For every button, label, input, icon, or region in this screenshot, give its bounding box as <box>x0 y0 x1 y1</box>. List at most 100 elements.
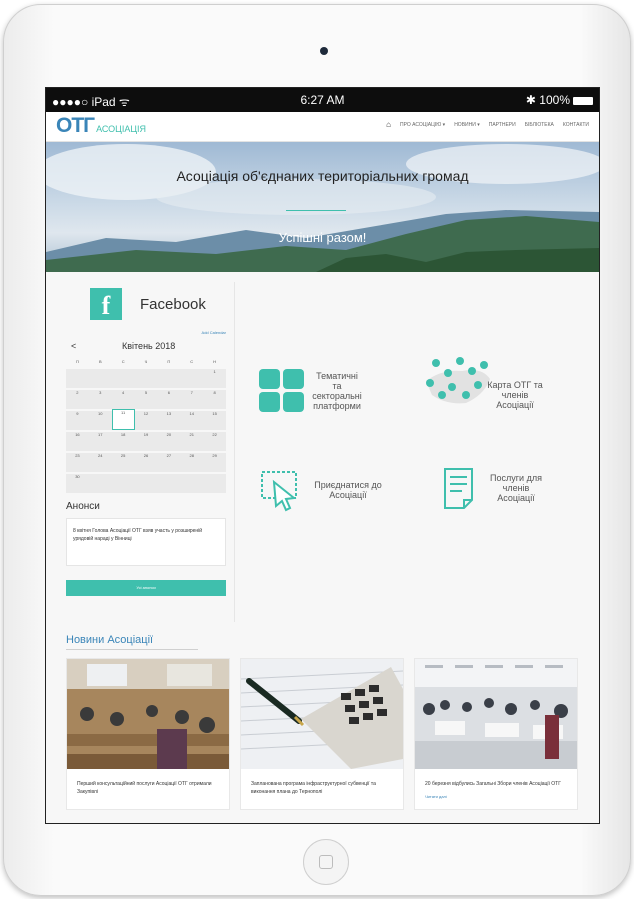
screen: ●●●●○ iPad ᯤ 6:27 AM ✱ 100% ОТГ АСОЦІАЦІЯ… <box>45 87 600 824</box>
column-divider <box>234 282 235 622</box>
menu-item-partners[interactable]: ПАРТНЕРИ <box>489 122 516 129</box>
menu-item-about[interactable]: ПРО АСОЦІАЦІЮ ▾ <box>400 122 445 129</box>
facebook-icon[interactable]: f <box>90 288 122 320</box>
hero-divider <box>286 210 346 211</box>
calendar-day[interactable]: 14 <box>180 409 204 430</box>
calendar-day <box>134 367 158 388</box>
feature-join[interactable]: Приєднатися до Асоціації <box>260 468 386 512</box>
calendar-day[interactable]: 28 <box>180 451 204 472</box>
feature-label: Тематичні та секторальні платформи <box>312 371 362 411</box>
calendar-day[interactable]: 15 <box>203 409 226 430</box>
calendar-day <box>88 367 112 388</box>
announcement-item[interactable]: 8 квітня Голова Асоціації ОТГ взяв участ… <box>66 518 226 566</box>
calendar-day <box>111 472 135 493</box>
feature-label: Послуги для членів Асоціації <box>490 473 542 503</box>
calendar-day <box>180 367 204 388</box>
grid-icon <box>259 369 304 412</box>
top-nav: ОТГ АСОЦІАЦІЯ ⌂ ПРО АСОЦІАЦІЮ ▾ НОВИНИ ▾ … <box>46 112 599 142</box>
battery-icon <box>573 96 593 105</box>
calendar-day <box>180 472 204 493</box>
calendar-day[interactable]: 10 <box>88 409 112 430</box>
calendar-day[interactable]: 20 <box>157 430 181 451</box>
battery-indicator: ✱ 100% <box>526 93 593 107</box>
camera-dot <box>320 47 328 55</box>
calendar-day[interactable]: 2 <box>66 388 89 409</box>
read-more-link[interactable]: Читати далі <box>415 794 577 799</box>
calendar-day <box>134 472 158 493</box>
news-image-calculator <box>241 659 403 769</box>
feature-label: Карта ОТГ та членів Асоціації <box>487 380 543 410</box>
feature-map[interactable]: Карта ОТГ та членів Асоціації <box>422 350 548 410</box>
calendar-weekdays: ПВСЧПСН <box>75 359 217 364</box>
news-card[interactable]: Запланована програма інфраструктурної су… <box>240 658 404 810</box>
calendar-day[interactable]: 13 <box>157 409 181 430</box>
news-title-underline <box>66 649 198 650</box>
calendar-grid: 1 2 3 4 5 6 7 8 9 10 11 12 13 14 15 16 17 18 19 20 21 22 23 24 2… <box>66 367 226 493</box>
calendar-day <box>203 472 226 493</box>
calendar-day[interactable]: 23 <box>66 451 89 472</box>
calendar-day[interactable]: 8 <box>203 388 226 409</box>
calendar-day[interactable]: 25 <box>111 451 135 472</box>
hero-banner: Асоціація об'єднаних територіальних гром… <box>46 142 599 272</box>
calendar-day[interactable]: 30 <box>66 472 89 493</box>
calendar-month: Квітень 2018 <box>122 341 176 351</box>
calendar-day[interactable]: 27 <box>157 451 181 472</box>
clock: 6:27 AM <box>300 93 345 107</box>
news-caption: 20 березня відбулись Загальні Збори член… <box>425 781 561 787</box>
news-card[interactable]: 20 березня відбулись Загальні Збори член… <box>414 658 578 810</box>
add-calendar-link[interactable]: Add Calendar <box>66 330 226 335</box>
feature-platforms[interactable]: Тематичні та секторальні платформи <box>258 368 362 414</box>
calendar-day[interactable]: 29 <box>203 451 226 472</box>
news-card[interactable]: Перший консультаційний послуги Асоціації… <box>66 658 230 810</box>
menu-item-news[interactable]: НОВИНИ ▾ <box>454 122 480 129</box>
calendar-day[interactable]: 6 <box>157 388 181 409</box>
sidebar: f Facebook Add Calendar < Квітень 2018 П… <box>66 282 226 596</box>
calendar-day[interactable]: 22 <box>203 430 226 451</box>
hero-tagline: Успішні разом! <box>278 230 367 245</box>
calendar-day[interactable]: 7 <box>180 388 204 409</box>
news-section-title: Новини Асоціації <box>66 634 154 646</box>
document-icon <box>444 468 473 509</box>
news-image-classroom <box>67 659 229 769</box>
calendar-day[interactable]: 19 <box>134 430 158 451</box>
calendar-day-today[interactable]: 11 <box>111 409 135 430</box>
calendar-header: < Квітень 2018 <box>66 341 226 351</box>
announcements-title: Анонси <box>66 501 100 512</box>
cursor-icon <box>261 471 297 512</box>
home-icon[interactable]: ⌂ <box>386 120 391 129</box>
calendar-day[interactable]: 3 <box>88 388 112 409</box>
calendar-day <box>157 472 181 493</box>
calendar-day <box>88 472 112 493</box>
calendar-day <box>66 367 89 388</box>
calendar-day[interactable]: 17 <box>88 430 112 451</box>
status-bar: ●●●●○ iPad ᯤ 6:27 AM ✱ 100% <box>46 88 599 112</box>
all-announcements-button[interactable]: Усі анонси <box>66 580 226 596</box>
calendar-day <box>111 367 135 388</box>
calendar-day[interactable]: 9 <box>66 409 89 430</box>
feature-services[interactable]: Послуги для членів Асоціації <box>442 466 546 510</box>
facebook-label: Facebook <box>140 296 206 313</box>
menu-item-contacts[interactable]: КОНТАКТИ <box>563 122 589 129</box>
main-menu: ⌂ ПРО АСОЦІАЦІЮ ▾ НОВИНИ ▾ ПАРТНЕРИ БІБЛ… <box>386 120 589 129</box>
calendar-day[interactable]: 18 <box>111 430 135 451</box>
hero-title: Асоціація об'єднаних територіальних гром… <box>176 168 469 184</box>
calendar-day[interactable]: 24 <box>88 451 112 472</box>
facebook-widget[interactable]: f Facebook <box>66 282 226 322</box>
calendar-day[interactable]: 16 <box>66 430 89 451</box>
news-image-assembly <box>415 659 577 769</box>
home-button[interactable] <box>303 839 349 885</box>
calendar-day[interactable]: 21 <box>180 430 204 451</box>
menu-item-library[interactable]: БІБЛІОТЕКА <box>525 122 554 129</box>
calendar-day[interactable]: 1 <box>203 367 226 388</box>
prev-month-button[interactable]: < <box>71 341 76 351</box>
calendar-day <box>157 367 181 388</box>
feature-label: Приєднатися до Асоціації <box>314 480 382 500</box>
calendar-day[interactable]: 12 <box>134 409 158 430</box>
news-caption: Запланована програма інфраструктурної су… <box>251 781 376 795</box>
site-logo[interactable]: ОТГ АСОЦІАЦІЯ <box>56 114 146 138</box>
news-caption: Перший консультаційний послуги Асоціації… <box>77 781 212 795</box>
calendar-day[interactable]: 5 <box>134 388 158 409</box>
mountain-landscape <box>46 144 599 272</box>
calendar-day[interactable]: 26 <box>134 451 158 472</box>
calendar-day[interactable]: 4 <box>111 388 135 409</box>
